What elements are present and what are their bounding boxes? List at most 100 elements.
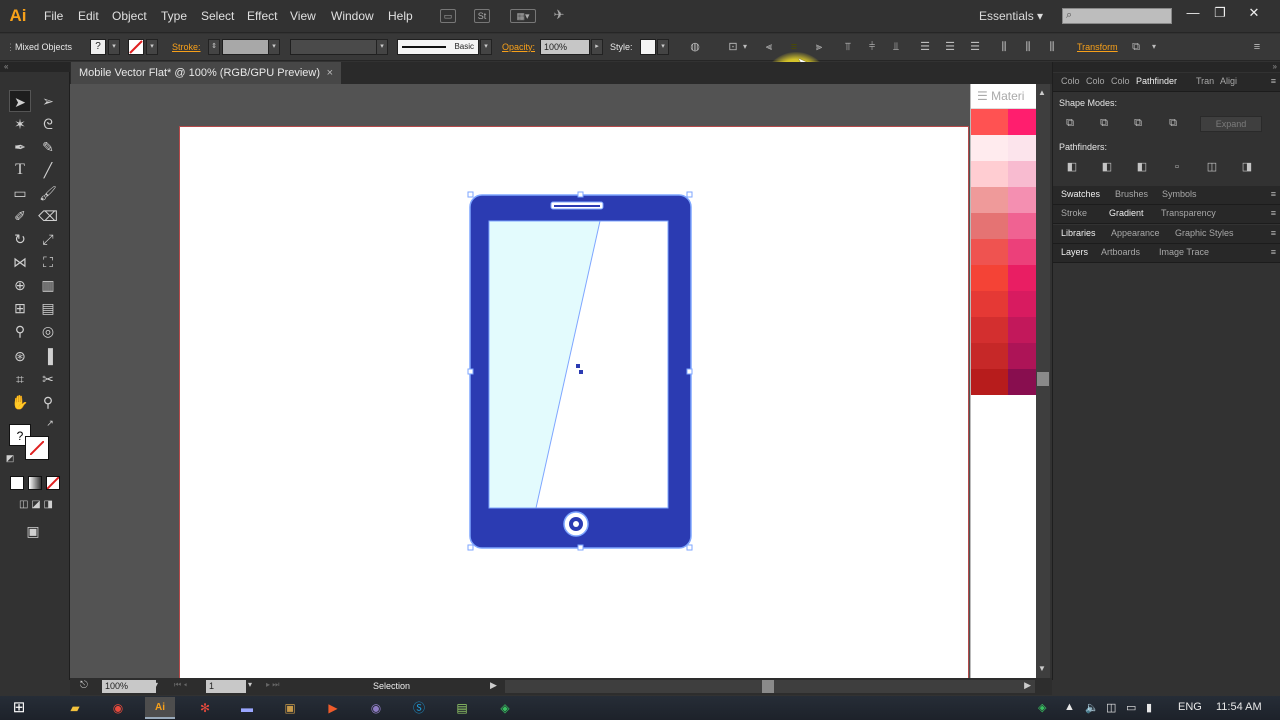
artboard-navigator-icon[interactable]: ⎋ [80,680,88,691]
menu-window[interactable]: Window [331,9,374,23]
selection-tool-icon[interactable]: ➤ [9,90,31,112]
gradient-tool-icon[interactable]: ▤ [37,297,59,319]
unite-icon[interactable]: ⧉ [1063,117,1077,130]
tab-appearance[interactable]: Appearance [1111,228,1160,238]
tab-libraries[interactable]: Libraries [1061,228,1096,238]
tab-color-2[interactable]: Colo [1086,76,1105,86]
search-input[interactable]: ⌕ [1062,8,1172,24]
vertical-scroll-thumb[interactable] [1037,372,1049,386]
perspective-grid-tool-icon[interactable]: ▥ [37,274,59,296]
lasso-tool-icon[interactable]: ᘓ [37,113,59,135]
horizontal-scrollbar[interactable]: ▶ [505,680,1035,693]
horizontal-distribute-right-icon[interactable]: ⫼ [1045,41,1059,53]
default-fill-stroke-icon[interactable]: ◩ [4,452,16,464]
vertical-distribute-top-icon[interactable]: ☰ [918,41,932,53]
stroke-weight-stepper[interactable]: ⇕ [208,39,220,55]
graphic-style-swatch[interactable] [640,39,656,55]
control-bar-menu-icon[interactable]: ≡ [1250,41,1264,53]
color-swatch[interactable] [1008,161,1036,187]
fill-dropdown[interactable]: ▾ [108,39,120,55]
app-taskbar-icon-10[interactable]: ▤ [447,697,477,719]
skype-icon[interactable]: Ⓢ [404,697,434,719]
show-hidden-icons-icon[interactable]: ▲ [1064,701,1075,713]
language-indicator[interactable]: ENG [1178,701,1202,713]
menu-object[interactable]: Object [112,9,147,23]
gpu-performance-icon[interactable]: ✈ [551,8,567,23]
restore-button[interactable]: ❐ [1207,4,1233,22]
color-mode-icon[interactable] [10,476,24,490]
app-taskbar-icon-11[interactable]: ◈ [490,697,520,719]
free-transform-tool-icon[interactable]: ⛶ [37,251,59,273]
illustrator-taskbar-icon[interactable]: Ai [145,697,175,719]
scroll-right-icon[interactable]: ▶ [1024,680,1031,691]
blend-tool-icon[interactable]: ◎ [37,320,59,342]
brush-dropdown[interactable]: ▾ [480,39,492,55]
battery-icon[interactable]: ▮ [1146,701,1152,714]
close-document-icon[interactable]: × [327,67,333,79]
vertical-scrollbar[interactable]: ▲ ▼ [1036,84,1050,678]
tools-collapse[interactable]: « [0,62,70,72]
color-swatch[interactable] [971,291,1008,317]
merge-icon[interactable]: ◧ [1135,161,1149,174]
windows-start-icon[interactable]: ⊞ [4,697,34,719]
tab-transparency[interactable]: Transparency [1161,208,1216,218]
brush-definition[interactable]: Basic [397,39,479,55]
chrome-icon[interactable]: ◉ [103,697,133,719]
variable-width-profile[interactable] [290,39,378,55]
color-swatch[interactable] [971,239,1008,265]
tab-layers[interactable]: Layers [1061,247,1088,257]
arrange-documents-icon[interactable]: ▦▾ [510,9,536,23]
color-swatch[interactable] [1008,369,1036,395]
tab-pathfinder[interactable]: Pathfinder [1136,76,1177,86]
stock-icon[interactable]: St [474,9,490,23]
color-swatch[interactable] [1008,213,1036,239]
color-swatch[interactable] [1008,109,1036,135]
paintbrush-tool-icon[interactable]: 🖌 [37,182,59,204]
stroke-color-box[interactable] [25,436,49,460]
tab-stroke[interactable]: Stroke [1061,208,1087,218]
mesh-tool-icon[interactable]: ⊞ [9,297,31,319]
color-swatch[interactable] [1008,239,1036,265]
slice-tool-icon[interactable]: ✂ [37,368,59,390]
canvas-area[interactable] [70,84,1035,678]
color-swatch[interactable] [971,109,1008,135]
opacity-field[interactable]: 100% [540,39,590,55]
artboard-dropdown[interactable]: ▾ [248,680,252,689]
expand-button[interactable]: Expand [1200,116,1262,132]
bridge-icon[interactable]: ▭ [440,9,456,23]
exclude-icon[interactable]: ⧉ [1166,117,1180,130]
app-taskbar-icon-6[interactable]: ▣ [275,697,305,719]
stroke-label[interactable]: Stroke: [172,42,201,52]
graphic-style-dropdown[interactable]: ▾ [657,39,669,55]
align-to-dropdown[interactable]: ▾ [738,41,752,53]
outline-icon[interactable]: ◫ [1205,161,1219,174]
color-swatch[interactable] [971,343,1008,369]
color-swatch[interactable] [1008,343,1036,369]
notifications-icon[interactable]: ▭ [1126,701,1136,714]
width-tool-icon[interactable]: ⋈ [9,251,31,273]
clock[interactable]: 11:54 AM [1216,701,1262,713]
status-menu-icon[interactable]: ▶ [490,680,497,691]
document-tab[interactable]: Mobile Vector Flat* @ 100% (RGB/GPU Prev… [71,62,341,84]
color-swatch[interactable] [1008,187,1036,213]
horizontal-align-center-icon[interactable]: ≡ [787,41,801,53]
trim-icon[interactable]: ◧ [1100,161,1114,174]
color-swatch[interactable] [1008,265,1036,291]
app-taskbar-icon-5[interactable]: ▬ [232,697,262,719]
color-swatch[interactable] [971,369,1008,395]
screen-mode-icon[interactable]: ▣ [22,520,44,542]
color-swatch[interactable] [971,135,1008,161]
eraser-tool-icon[interactable]: ⌫ [37,205,59,227]
zoom-field[interactable]: 100% [102,680,156,693]
transform-label[interactable]: Transform [1077,42,1118,52]
pathfinder-panel-menu-icon[interactable]: ≡ [1271,76,1276,86]
type-tool-icon[interactable]: T [9,159,31,181]
app-taskbar-icon-7[interactable]: ▶ [318,697,348,719]
tab-color-3[interactable]: Colo [1111,76,1130,86]
swap-fill-stroke-icon[interactable]: ↗ [44,417,56,429]
vertical-align-center-icon[interactable]: ⫩ [865,41,879,53]
magic-wand-tool-icon[interactable]: ✶ [9,113,31,135]
color-swatch[interactable] [971,187,1008,213]
menu-type[interactable]: Type [161,9,187,23]
layers-panel-menu-icon[interactable]: ≡ [1271,247,1276,257]
